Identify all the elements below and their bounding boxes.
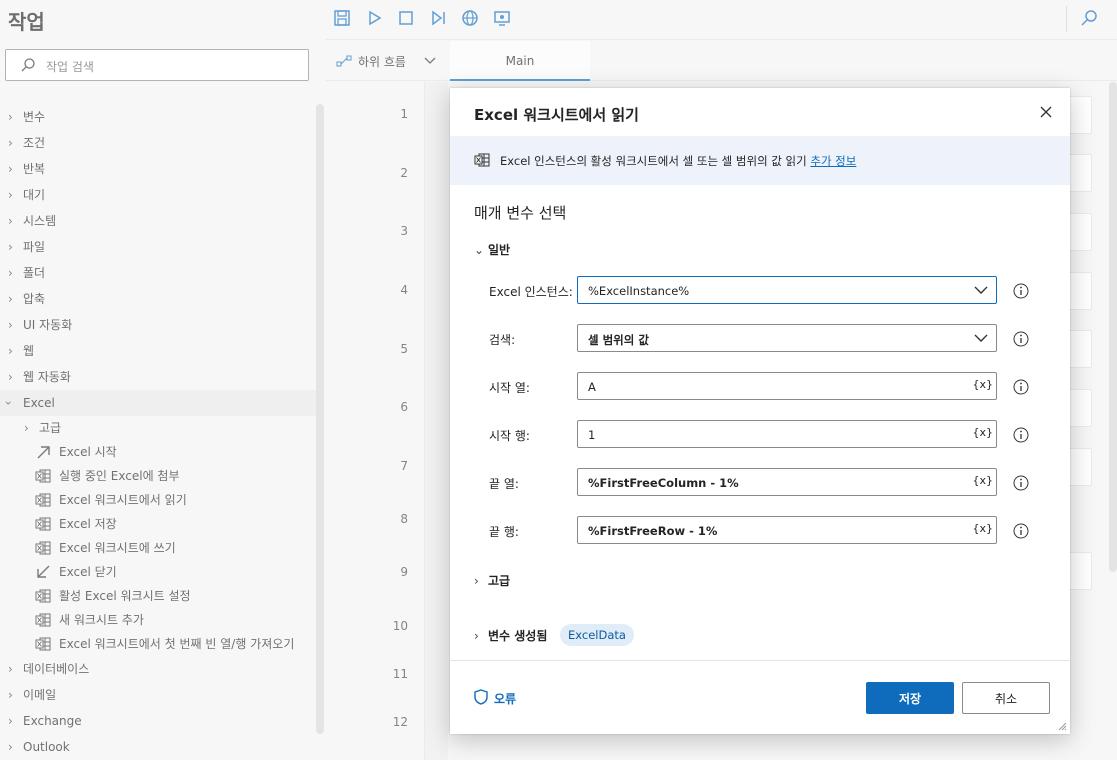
- field-start-row: 시작 행: 1 {x}: [450, 420, 1070, 448]
- parameters-heading: 매개 변수 선택: [474, 204, 567, 222]
- field-start-column: 시작 열: A {x}: [450, 372, 1070, 400]
- info-icon[interactable]: [1013, 283, 1029, 299]
- field-label: 끝 행:: [489, 525, 519, 539]
- excel-icon: [474, 153, 490, 167]
- variable-picker-button[interactable]: {x}: [972, 378, 993, 391]
- chevron-down-icon: [974, 334, 988, 342]
- field-end-column: 끝 열: %FirstFreeColumn - 1% {x}: [450, 468, 1070, 496]
- action-dialog: Excel 워크시트에서 읽기 Excel 인스턴스의 활성 워크시트에서 셀 …: [450, 88, 1070, 734]
- start-column-input[interactable]: A {x}: [577, 372, 997, 400]
- info-icon[interactable]: [1013, 427, 1029, 443]
- field-label: 시작 행:: [489, 429, 530, 443]
- info-icon[interactable]: [1013, 331, 1029, 347]
- field-end-row: 끝 행: %FirstFreeRow - 1% {x}: [450, 516, 1070, 544]
- variable-chip[interactable]: ExcelData: [560, 624, 634, 646]
- field-excel-instance: Excel 인스턴스: %ExcelInstance%: [450, 276, 1070, 304]
- variable-picker-button[interactable]: {x}: [972, 474, 993, 487]
- save-button[interactable]: 저장: [866, 682, 954, 714]
- chevron-down-icon: [974, 286, 988, 294]
- description-bar: Excel 인스턴스의 활성 워크시트에서 셀 또는 셀 범위의 값 읽기 추가…: [450, 136, 1070, 185]
- cancel-button[interactable]: 취소: [962, 682, 1050, 714]
- close-icon[interactable]: [1038, 104, 1054, 120]
- end-column-input[interactable]: %FirstFreeColumn - 1% {x}: [577, 468, 997, 496]
- field-label: 검색:: [489, 333, 516, 347]
- chevron-right-icon: ›: [474, 574, 479, 588]
- info-icon[interactable]: [1013, 475, 1029, 491]
- shield-icon: [474, 689, 488, 705]
- advanced-section-toggle[interactable]: › 고급: [474, 572, 510, 589]
- field-value: %ExcelInstance%: [588, 284, 690, 298]
- dialog-title: Excel 워크시트에서 읽기: [474, 106, 639, 124]
- field-label: 시작 열:: [489, 381, 530, 395]
- field-value: 1: [588, 428, 596, 442]
- start-row-input[interactable]: 1 {x}: [577, 420, 997, 448]
- chevron-right-icon: ›: [474, 629, 479, 643]
- end-row-input[interactable]: %FirstFreeRow - 1% {x}: [577, 516, 997, 544]
- variables-produced-toggle[interactable]: › 변수 생성됨: [474, 627, 547, 644]
- general-section-toggle[interactable]: ⌄ 일반: [474, 241, 510, 258]
- variable-picker-button[interactable]: {x}: [972, 522, 993, 535]
- retrieve-dropdown[interactable]: 셀 범위의 값: [577, 324, 997, 352]
- field-label: 끝 열:: [489, 477, 519, 491]
- variable-picker-button[interactable]: {x}: [972, 426, 993, 439]
- field-value: %FirstFreeColumn - 1%: [588, 476, 739, 490]
- field-retrieve: 검색: 셀 범위의 값: [450, 324, 1070, 352]
- info-icon[interactable]: [1013, 379, 1029, 395]
- field-value: A: [588, 380, 596, 394]
- more-info-link[interactable]: 추가 정보: [810, 154, 856, 168]
- excel-instance-dropdown[interactable]: %ExcelInstance%: [577, 276, 997, 304]
- info-icon[interactable]: [1013, 523, 1029, 539]
- field-value: %FirstFreeRow - 1%: [588, 524, 718, 538]
- field-value: 셀 범위의 값: [588, 333, 649, 347]
- resize-grip-icon[interactable]: [1057, 721, 1067, 731]
- field-label: Excel 인스턴스:: [489, 285, 573, 299]
- chevron-down-icon: ⌄: [474, 243, 485, 257]
- action-description: Excel 인스턴스의 활성 워크시트에서 셀 또는 셀 범위의 값 읽기 추가…: [500, 154, 857, 168]
- footer-divider: [450, 660, 1070, 661]
